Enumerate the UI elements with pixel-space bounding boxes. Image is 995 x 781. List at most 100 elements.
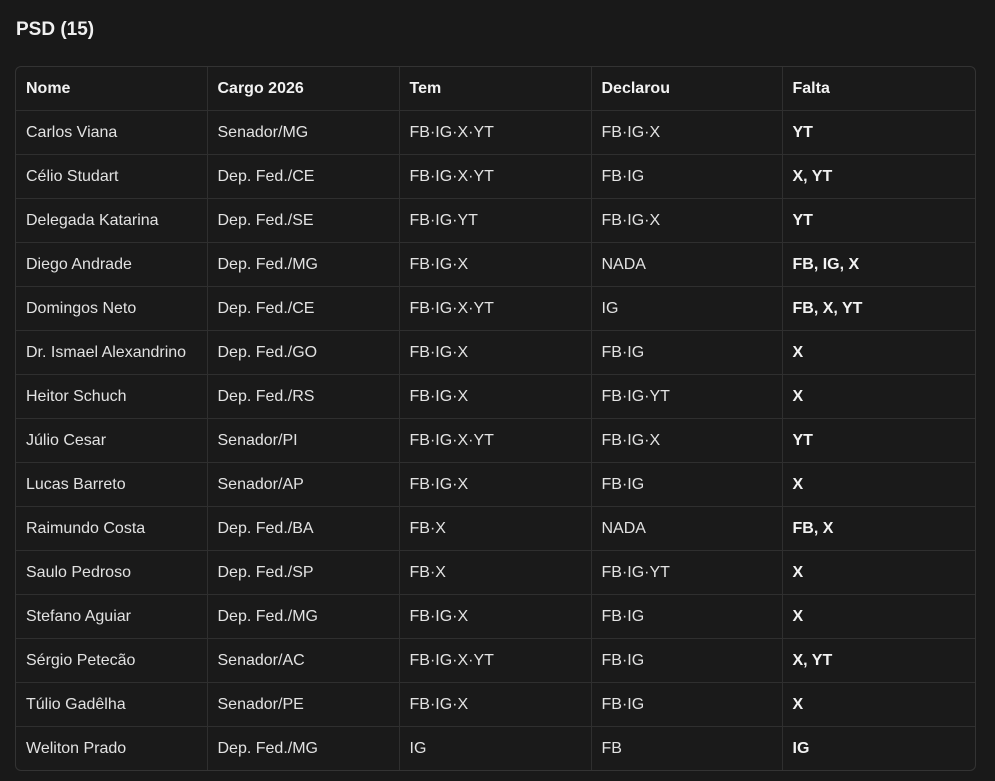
- header-nome: Nome: [16, 67, 208, 111]
- table-row: Lucas Barreto Senador/AP FB·IG·X FB·IG X: [16, 462, 975, 507]
- table-row: Heitor Schuch Dep. Fed./RS FB·IG·X FB·IG·YT…: [16, 374, 975, 419]
- table-body: Carlos Viana Senador/MG FB·IG·X·YT FB·IG·X Y…: [16, 110, 975, 770]
- cell-declarou: FB·IG: [591, 594, 783, 639]
- cell-nome: Saulo Pedroso: [16, 550, 208, 595]
- cell-cargo: Dep. Fed./SP: [207, 550, 400, 595]
- cell-tem: FB·IG·YT: [399, 198, 592, 243]
- cell-cargo: Dep. Fed./SE: [207, 198, 400, 243]
- cell-cargo: Dep. Fed./MG: [207, 594, 400, 639]
- cell-declarou: FB·IG: [591, 154, 783, 199]
- cell-cargo: Senador/PI: [207, 418, 400, 463]
- psd-table-container: Nome Cargo 2026 Tem Declarou Falta Carlo…: [15, 66, 976, 771]
- cell-cargo: Dep. Fed./RS: [207, 374, 400, 419]
- header-tem: Tem: [399, 67, 592, 111]
- cell-falta: YT: [782, 198, 975, 243]
- cell-tem: FB·IG·X·YT: [399, 418, 592, 463]
- table-row: Raimundo Costa Dep. Fed./BA FB·X NADA FB, X: [16, 506, 975, 551]
- cell-tem: FB·IG·X·YT: [399, 286, 592, 331]
- cell-falta: X: [782, 462, 975, 507]
- cell-falta: YT: [782, 418, 975, 463]
- cell-falta: X, YT: [782, 154, 975, 199]
- table-row: Delegada Katarina Dep. Fed./SE FB·IG·YT FB·…: [16, 198, 975, 243]
- cell-falta: X: [782, 330, 975, 375]
- cell-falta: X: [782, 374, 975, 419]
- cell-declarou: FB·IG·YT: [591, 550, 783, 595]
- cell-falta: X: [782, 594, 975, 639]
- cell-nome: Célio Studart: [16, 154, 208, 199]
- cell-tem: FB·IG·X: [399, 594, 592, 639]
- cell-declarou: FB·IG: [591, 330, 783, 375]
- table-row: Túlio Gadêlha Senador/PE FB·IG·X FB·IG X: [16, 682, 975, 727]
- table-row: Célio Studart Dep. Fed./CE FB·IG·X·YT FB·IG…: [16, 154, 975, 199]
- cell-tem: FB·IG·X: [399, 374, 592, 419]
- table-row: Domingos Neto Dep. Fed./CE FB·IG·X·YT IG FB,…: [16, 286, 975, 331]
- section-title: PSD (15): [16, 19, 95, 40]
- cell-cargo: Senador/PE: [207, 682, 400, 727]
- cell-declarou: FB·IG·X: [591, 198, 783, 243]
- cell-falta: FB, X: [782, 506, 975, 551]
- cell-declarou: FB·IG: [591, 682, 783, 727]
- cell-tem: FB·IG·X: [399, 462, 592, 507]
- psd-table: Nome Cargo 2026 Tem Declarou Falta Carlo…: [16, 67, 975, 770]
- table-row: Sérgio Petecão Senador/AC FB·IG·X·YT FB·IG X…: [16, 638, 975, 683]
- cell-falta: X, YT: [782, 638, 975, 683]
- cell-cargo: Dep. Fed./MG: [207, 242, 400, 287]
- table-row: Dr. Ismael Alexandrino Dep. Fed./GO FB·IG·…: [16, 330, 975, 375]
- cell-falta: FB, X, YT: [782, 286, 975, 331]
- cell-nome: Dr. Ismael Alexandrino: [16, 330, 208, 375]
- cell-nome: Weliton Prado: [16, 726, 208, 770]
- table-header-row: Nome Cargo 2026 Tem Declarou Falta: [16, 67, 975, 111]
- cell-nome: Túlio Gadêlha: [16, 682, 208, 727]
- table-row: Diego Andrade Dep. Fed./MG FB·IG·X NADA FB, …: [16, 242, 975, 287]
- cell-nome: Stefano Aguiar: [16, 594, 208, 639]
- cell-declarou: FB: [591, 726, 783, 770]
- cell-cargo: Senador/AP: [207, 462, 400, 507]
- cell-tem: FB·IG·X: [399, 330, 592, 375]
- table-row: Júlio Cesar Senador/PI FB·IG·X·YT FB·IG·X YT: [16, 418, 975, 463]
- cell-tem: FB·X: [399, 550, 592, 595]
- cell-falta: FB, IG, X: [782, 242, 975, 287]
- cell-falta: YT: [782, 110, 975, 155]
- cell-nome: Lucas Barreto: [16, 462, 208, 507]
- cell-declarou: NADA: [591, 506, 783, 551]
- cell-cargo: Dep. Fed./BA: [207, 506, 400, 551]
- header-falta: Falta: [782, 67, 975, 111]
- table-row: Weliton Prado Dep. Fed./MG IG FB IG: [16, 726, 975, 770]
- cell-tem: FB·X: [399, 506, 592, 551]
- cell-cargo: Senador/MG: [207, 110, 400, 155]
- cell-cargo: Dep. Fed./GO: [207, 330, 400, 375]
- cell-nome: Heitor Schuch: [16, 374, 208, 419]
- cell-tem: IG: [399, 726, 592, 770]
- cell-falta: IG: [792, 739, 810, 757]
- cell-falta: X: [782, 550, 975, 595]
- cell-tem: FB·IG·X: [399, 242, 592, 287]
- cell-declarou: FB·IG: [591, 638, 783, 683]
- header-cargo-2026: Cargo 2026: [207, 67, 400, 111]
- cell-nome: Carlos Viana: [16, 110, 208, 155]
- cell-tem: FB·IG·X·YT: [399, 154, 592, 199]
- cell-nome: Delegada Katarina: [16, 198, 208, 243]
- cell-cargo: Dep. Fed./MG: [207, 726, 400, 770]
- cell-cargo: Dep. Fed./CE: [207, 286, 400, 331]
- table-header: Nome Cargo 2026 Tem Declarou Falta: [16, 67, 975, 111]
- cell-nome: Diego Andrade: [16, 242, 208, 287]
- cell-tem: FB·IG·X: [399, 682, 592, 727]
- cell-tem: FB·IG·X·YT: [399, 110, 592, 155]
- header-declarou: Declarou: [591, 67, 783, 111]
- cell-cargo: Dep. Fed./CE: [207, 154, 400, 199]
- cell-declarou: NADA: [591, 242, 783, 287]
- table-row: Carlos Viana Senador/MG FB·IG·X·YT FB·IG·X Y…: [16, 110, 975, 155]
- cell-declarou: FB·IG·X: [591, 110, 783, 155]
- cell-nome: Domingos Neto: [16, 286, 208, 331]
- cell-tem: FB·IG·X·YT: [399, 638, 592, 683]
- cell-declarou: FB·IG·YT: [591, 374, 783, 419]
- cell-declarou: IG: [591, 286, 783, 331]
- cell-declarou: FB·IG·X: [591, 418, 783, 463]
- table-row: Stefano Aguiar Dep. Fed./MG FB·IG·X FB·IG X: [16, 594, 975, 639]
- cell-cargo: Senador/AC: [207, 638, 400, 683]
- cell-declarou: FB·IG: [591, 462, 783, 507]
- cell-nome: Raimundo Costa: [16, 506, 208, 551]
- table-row: Saulo Pedroso Dep. Fed./SP FB·X FB·IG·YT X: [16, 550, 975, 595]
- cell-nome: Sérgio Petecão: [16, 638, 208, 683]
- cell-falta: X: [782, 682, 975, 727]
